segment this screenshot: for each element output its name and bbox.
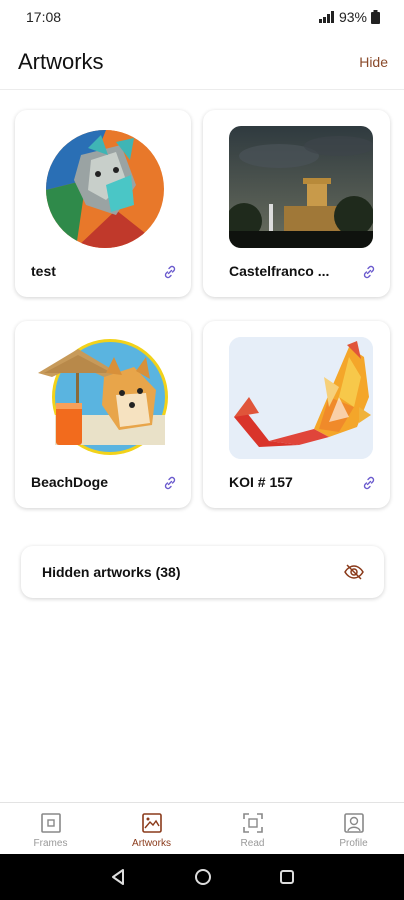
nav-profile[interactable]: Profile (303, 803, 404, 854)
profile-icon (343, 813, 364, 833)
castle-night-photo-icon (229, 126, 373, 248)
dog-cubist-art-icon (46, 130, 164, 248)
bottom-nav: Frames Artworks Read Profile (0, 802, 404, 854)
eye-off-icon[interactable] (344, 564, 364, 580)
nav-read[interactable]: Read (202, 803, 303, 854)
artwork-title: test (31, 263, 56, 279)
artwork-card-test[interactable]: test (15, 110, 191, 297)
nav-artworks[interactable]: Artworks (101, 803, 202, 854)
frame-icon (40, 813, 61, 833)
artwork-card-beachdoge[interactable]: BeachDoge (15, 321, 191, 508)
link-icon[interactable] (163, 265, 177, 279)
nav-artworks-label: Artworks (132, 838, 171, 849)
link-icon[interactable] (362, 476, 376, 490)
status-bar: 17:08 93% (0, 0, 404, 34)
hide-button[interactable]: Hide (359, 54, 388, 70)
hidden-artworks-label: Hidden artworks (38) (42, 564, 181, 580)
image-icon (141, 813, 162, 833)
system-nav-bar (0, 854, 404, 900)
status-icons: 93% (318, 9, 380, 25)
artwork-grid: test Castelfranco ... BeachDoge KOI # 15… (15, 110, 390, 508)
battery-icon (371, 10, 380, 24)
artwork-title: KOI # 157 (229, 474, 293, 490)
nav-frames[interactable]: Frames (0, 803, 101, 854)
beach-doge-art-icon (38, 339, 168, 459)
artwork-card-koi-157[interactable]: KOI # 157 (203, 321, 390, 508)
artwork-title: Castelfranco ... (229, 263, 330, 279)
artwork-card-castelfranco[interactable]: Castelfranco ... (203, 110, 390, 297)
signal-icon (318, 11, 334, 23)
artwork-title: BeachDoge (31, 474, 109, 490)
link-icon[interactable] (362, 265, 376, 279)
nav-frames-label: Frames (33, 838, 68, 849)
scan-icon (242, 813, 263, 833)
nav-profile-label: Profile (339, 838, 368, 849)
home-icon[interactable] (194, 868, 212, 886)
koi-fish-art-icon (229, 337, 373, 459)
battery-percent: 93% (338, 9, 367, 25)
nav-read-label: Read (240, 838, 265, 849)
recents-icon[interactable] (279, 869, 295, 885)
page-title: Artworks (18, 48, 104, 74)
app-header: Artworks Hide (0, 34, 404, 90)
hidden-artworks-row[interactable]: Hidden artworks (38) (21, 546, 384, 598)
link-icon[interactable] (163, 476, 177, 490)
status-time: 17:08 (26, 9, 62, 25)
back-icon[interactable] (109, 868, 127, 886)
